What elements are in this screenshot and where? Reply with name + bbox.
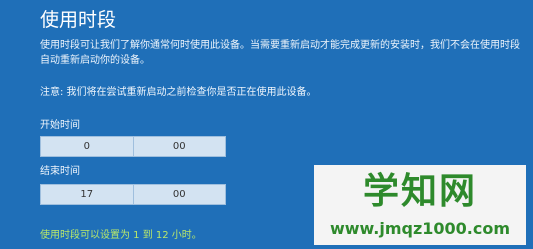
watermark-logo: 学知网 www.jmqz1000.com xyxy=(314,165,526,245)
start-minute-field[interactable]: 00 xyxy=(132,137,226,156)
end-time-picker[interactable]: 17 00 xyxy=(40,184,226,205)
end-time-label: 结束时间 xyxy=(40,166,80,177)
watermark-title: 学知网 xyxy=(362,171,477,212)
end-minute-field[interactable]: 00 xyxy=(132,185,226,204)
active-hours-range-hint: 使用时段可以设置为 1 到 12 小时。 xyxy=(40,230,202,241)
restart-note: 注意: 我们将在尝试重新启动之前检查你是否正在使用此设备。 xyxy=(40,87,317,98)
start-hour-field[interactable]: 0 xyxy=(41,137,133,156)
end-hour-field[interactable]: 17 xyxy=(41,185,133,204)
start-time-label: 开始时间 xyxy=(40,120,80,131)
page-title: 使用时段 xyxy=(40,9,117,31)
start-time-picker[interactable]: 0 00 xyxy=(40,136,226,157)
active-hours-description: 使用时段可让我们了解你通常何时使用此设备。当需要重新启动才能完成更新的安装时，我… xyxy=(40,40,520,66)
watermark-url: www.jmqz1000.com xyxy=(329,219,511,238)
